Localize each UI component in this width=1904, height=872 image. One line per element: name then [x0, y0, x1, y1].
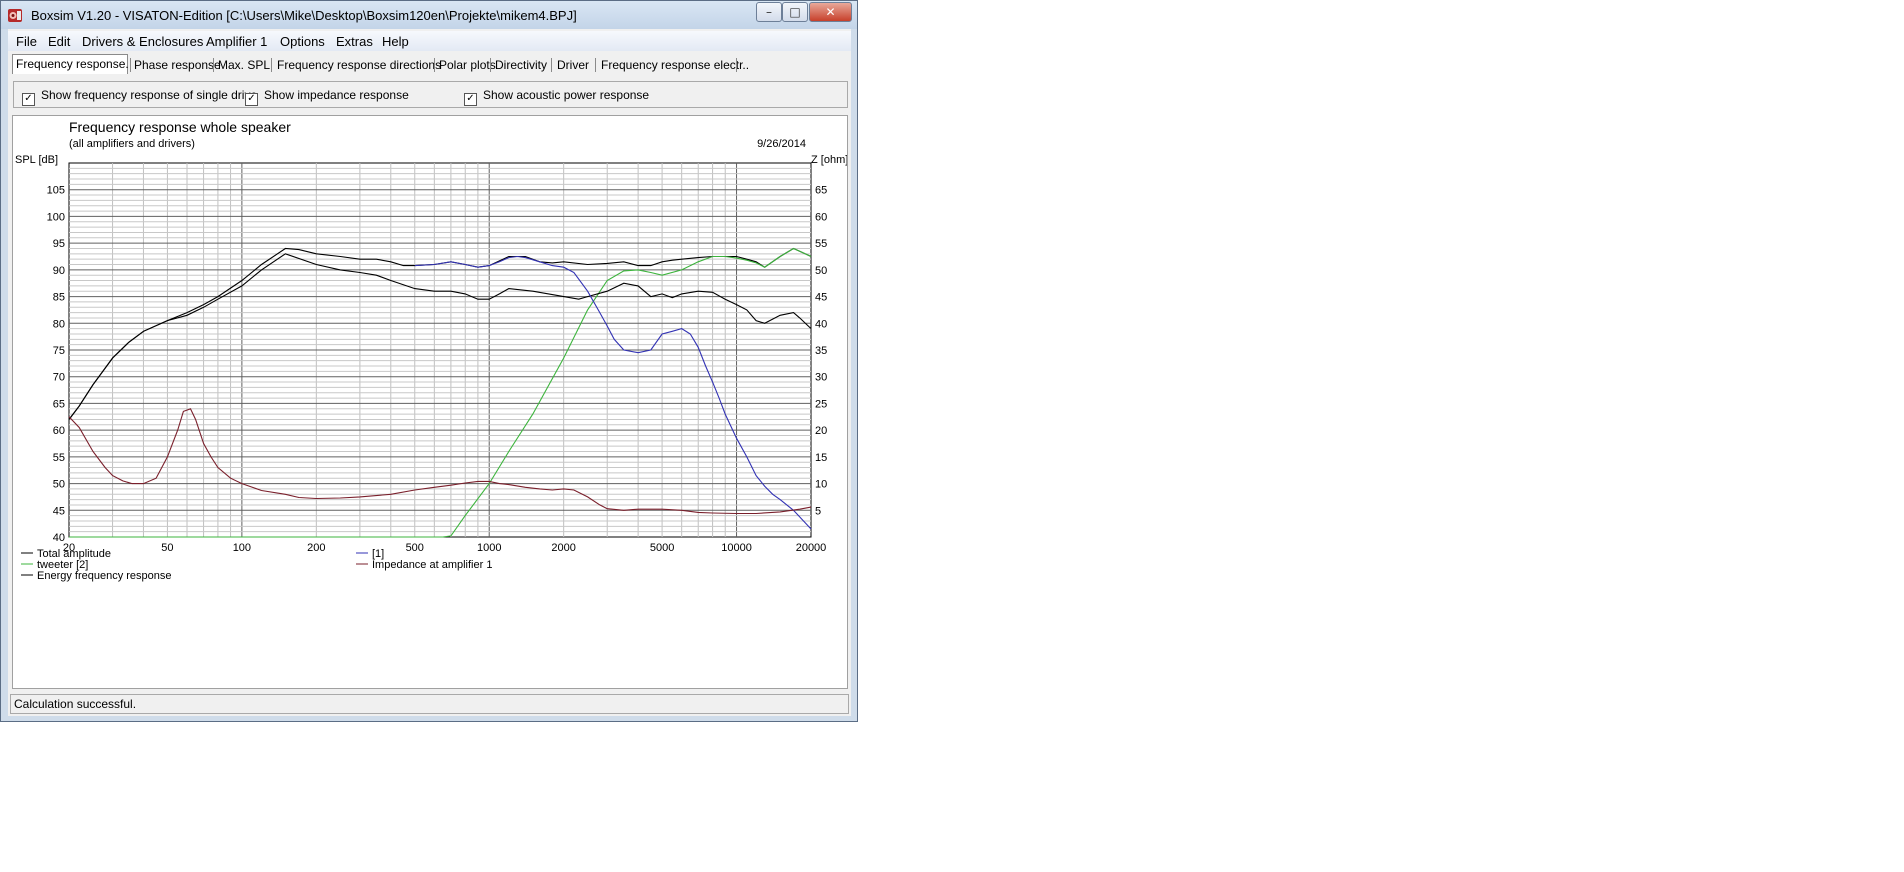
y-tick-label: 95 [53, 238, 65, 250]
y2-tick-label: 60 [815, 211, 827, 223]
x-tick-label: 500 [406, 542, 424, 554]
x-tick-label: 2000 [551, 542, 575, 554]
menu-amplifier-1[interactable]: Amplifier 1 [206, 34, 267, 49]
tab-max-spl[interactable]: Max. SPL [215, 56, 273, 74]
tab-phase-response[interactable]: Phase response [131, 56, 224, 74]
x-tick-label: 20000 [796, 542, 827, 554]
y-tick-label: 100 [47, 211, 65, 223]
minimize-button[interactable]: – [756, 2, 782, 22]
y2-tick-label: 10 [815, 479, 827, 491]
x-tick-label: 10000 [721, 542, 752, 554]
y-tick-label: 40 [53, 532, 65, 544]
status-bar: Calculation successful. [10, 694, 849, 714]
tab-divider [271, 58, 272, 72]
menu-bar: File Edit Drivers & Enclosures Amplifier… [8, 31, 851, 51]
tab-frequency-response-electrical[interactable]: Frequency response electr.. [598, 56, 752, 74]
checkbox-impedance[interactable]: ✓ Show impedance response [245, 88, 409, 106]
tab-divider [213, 58, 214, 72]
y-tick-label: 45 [53, 505, 65, 517]
y2-tick-label: 35 [815, 345, 827, 357]
chart-subtitle: (all amplifiers and drivers) [69, 138, 195, 150]
y2-tick-label: 30 [815, 372, 827, 384]
y-tick-label: 70 [53, 372, 65, 384]
menu-file[interactable]: File [16, 34, 37, 49]
y2-axis-label: Z [ohm] [811, 154, 847, 166]
close-icon: ✕ [825, 5, 836, 19]
title-bar[interactable]: Boxsim V1.20 - VISATON-Edition [C:\Users… [1, 1, 857, 29]
tab-directivity[interactable]: Directivity [492, 56, 550, 74]
y-tick-label: 55 [53, 452, 65, 464]
x-tick-label: 5000 [650, 542, 674, 554]
y2-tick-label: 55 [815, 238, 827, 250]
y-tick-label: 75 [53, 345, 65, 357]
menu-extras[interactable]: Extras [336, 34, 373, 49]
y-tick-label: 80 [53, 318, 65, 330]
check-icon: ✓ [245, 93, 258, 106]
tab-driver[interactable]: Driver [554, 56, 592, 74]
y2-tick-label: 40 [815, 318, 827, 330]
chart-panel: 20 50 100 200 500 1000 2000 5000 10000 20000 40 45 5… [12, 115, 848, 689]
maximize-button[interactable]: □ [782, 2, 808, 22]
tab-strip: Frequency response. Phase response Max. … [8, 53, 851, 75]
tab-divider [595, 58, 596, 72]
y2-tick-label: 25 [815, 398, 827, 410]
tab-frequency-response[interactable]: Frequency response. [12, 54, 129, 74]
status-text: Calculation successful. [14, 697, 137, 711]
x-tick-label: 100 [233, 542, 251, 554]
checkbox-label: Show acoustic power response [483, 88, 650, 102]
menu-options[interactable]: Options [280, 34, 325, 49]
legend-entry: Impedance at amplifier 1 [372, 559, 492, 571]
y2-tick-label: 20 [815, 425, 827, 437]
y-tick-label: 105 [47, 185, 65, 197]
chart-date: 9/26/2014 [757, 138, 806, 150]
y-axis-label: SPL [dB] [15, 154, 58, 166]
tab-divider [434, 58, 435, 72]
check-icon: ✓ [22, 93, 35, 106]
checkbox-label: Show frequency response of single drive [41, 88, 258, 102]
tick-labels: 20 50 100 200 500 1000 2000 5000 10000 20000 40 45 5… [47, 185, 828, 554]
y-tick-label: 65 [53, 398, 65, 410]
tab-divider [551, 58, 552, 72]
app-window: Boxsim V1.20 - VISATON-Edition [C:\Users… [0, 0, 858, 722]
y2-tick-label: 15 [815, 452, 827, 464]
y2-tick-label: 65 [815, 185, 827, 197]
x-tick-label: 1000 [477, 542, 501, 554]
y-tick-label: 50 [53, 479, 65, 491]
minimize-icon: – [766, 5, 772, 19]
y2-tick-label: 50 [815, 265, 827, 277]
menu-edit[interactable]: Edit [48, 34, 70, 49]
x-tick-label: 200 [307, 542, 325, 554]
x-tick-label: 50 [161, 542, 173, 554]
checkbox-acoustic-power[interactable]: ✓ Show acoustic power response [464, 88, 649, 106]
y2-tick-label: 5 [815, 505, 821, 517]
tab-divider [490, 58, 491, 72]
boxsim-app-icon [8, 9, 22, 22]
display-options: ✓ Show frequency response of single drive… [13, 81, 848, 108]
chart-title: Frequency response whole speaker [69, 119, 291, 135]
menu-help[interactable]: Help [382, 34, 409, 49]
y-tick-label: 85 [53, 292, 65, 304]
checkbox-label: Show impedance response [264, 88, 409, 102]
check-icon: ✓ [464, 93, 477, 106]
tab-divider [736, 58, 737, 72]
checkbox-single-drive[interactable]: ✓ Show frequency response of single drive [22, 88, 257, 106]
maximize-icon: □ [789, 5, 801, 19]
tab-frequency-response-directions[interactable]: Frequency response directions [274, 56, 444, 74]
close-button[interactable]: ✕ [809, 2, 852, 22]
series-line [68, 253, 812, 420]
y-tick-label: 60 [53, 425, 65, 437]
legend-entry: Energy frequency response [37, 570, 172, 582]
menu-drivers-enclosures[interactable]: Drivers & Enclosures [82, 34, 203, 49]
y2-tick-label: 45 [815, 292, 827, 304]
client-area: File Edit Drivers & Enclosures Amplifier… [8, 29, 851, 716]
window-title: Boxsim V1.20 - VISATON-Edition [C:\Users… [31, 8, 577, 23]
y-tick-label: 90 [53, 265, 65, 277]
frequency-response-chart: 20 50 100 200 500 1000 2000 5000 10000 20000 40 45 5… [15, 119, 848, 582]
